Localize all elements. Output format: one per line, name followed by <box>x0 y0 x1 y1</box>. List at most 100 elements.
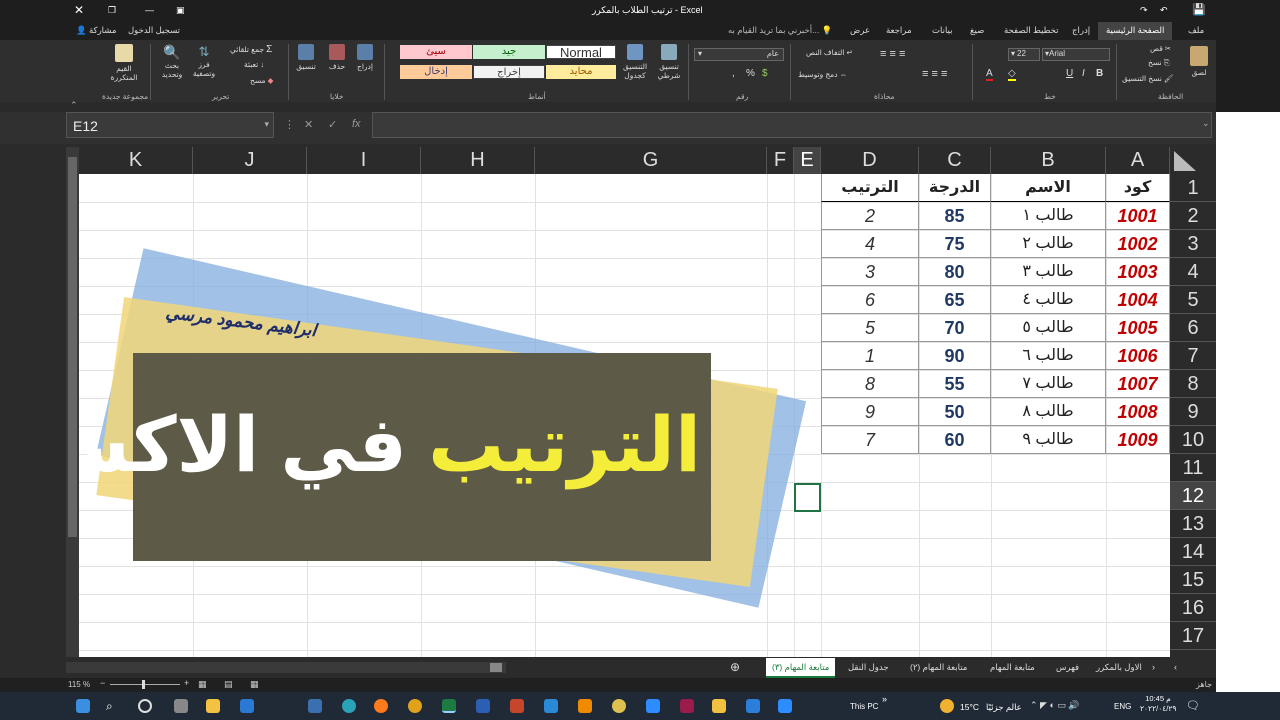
conditional-formatting-button[interactable]: تنسيق شرطي <box>654 44 684 80</box>
wrap-text-button[interactable]: التفاف النص ↵ <box>806 48 853 57</box>
formula-options-icon[interactable]: ⋮ <box>284 118 295 131</box>
cell-code[interactable]: 1007 <box>1106 370 1170 398</box>
cell-name[interactable]: طالب ٨ <box>991 398 1106 426</box>
tray-icons[interactable]: ⌃ ◤ ◐ ▭ 🔊 <box>1030 700 1080 711</box>
font-color-button[interactable]: A <box>986 68 993 81</box>
zoom-in-icon[interactable]: + <box>184 678 189 688</box>
format-as-table-button[interactable]: التنسيق كجدول <box>620 44 650 80</box>
sheet-tab-transport[interactable]: جدول النقل <box>848 662 889 673</box>
file-explorer-icon[interactable] <box>206 699 220 713</box>
media-icon[interactable] <box>544 699 558 713</box>
clear-button[interactable]: مسح ◆ <box>250 76 273 85</box>
tab-view[interactable]: عرض <box>850 25 870 36</box>
cell-name[interactable]: طالب ٥ <box>991 314 1106 342</box>
minimize-window-icon[interactable]: — <box>145 5 154 15</box>
row-header-5[interactable]: 5 <box>1170 286 1216 314</box>
cell-score[interactable]: 65 <box>919 286 991 314</box>
row-header-4[interactable]: 4 <box>1170 258 1216 286</box>
sheet-tab-tasks-3[interactable]: متابعة المهام (٣) <box>766 658 836 678</box>
cell-name[interactable]: طالب ٦ <box>991 342 1106 370</box>
font-size-dropdown[interactable]: 22 ▾ <box>1008 48 1040 61</box>
style-neutral[interactable]: محايد <box>546 65 616 79</box>
share-button[interactable]: 👤 مشاركة <box>76 25 116 36</box>
clock[interactable]: 10:45 م ٢٠٢٢/٠٤/٢٩ <box>1140 694 1176 714</box>
redo-icon[interactable]: ↷ <box>1140 5 1148 16</box>
bold-button[interactable]: B <box>1096 68 1103 79</box>
mail-icon[interactable] <box>240 699 254 713</box>
row-header-12[interactable]: 12 <box>1170 482 1216 510</box>
col-header-e[interactable]: E <box>794 147 821 174</box>
cell-name[interactable]: طالب ٤ <box>991 286 1106 314</box>
windows-start-icon[interactable] <box>76 699 90 713</box>
store-icon[interactable] <box>308 699 322 713</box>
row-header-14[interactable]: 14 <box>1170 538 1216 566</box>
app-icon-4[interactable] <box>746 699 760 713</box>
select-all-corner[interactable] <box>1170 147 1216 174</box>
save-icon[interactable]: 💾 <box>1192 3 1206 16</box>
cell-name[interactable]: طالب ٣ <box>991 258 1106 286</box>
row-header-8[interactable]: 8 <box>1170 370 1216 398</box>
close-window-icon[interactable]: ✕ <box>74 3 84 17</box>
expand-formula-icon[interactable]: ⌄ <box>1202 118 1210 129</box>
row-header-1[interactable]: 1 <box>1170 174 1216 202</box>
format-cells-button[interactable]: تنسيق <box>294 44 318 71</box>
app-icon-2[interactable] <box>612 699 626 713</box>
cell-code[interactable]: 1005 <box>1106 314 1170 342</box>
fill-color-button[interactable]: ◇ <box>1008 68 1016 81</box>
col-header-b[interactable]: B <box>991 147 1106 174</box>
tab-data[interactable]: بيانات <box>932 25 952 36</box>
page-break-view-icon[interactable]: ▦ <box>198 679 207 690</box>
show-more-icon[interactable]: » <box>882 694 887 704</box>
zoom-slider-thumb[interactable] <box>142 680 145 689</box>
tell-me-search[interactable]: أخبرني بما تريد القيام به... 💡 <box>728 25 832 36</box>
zoom-slider[interactable] <box>110 680 180 689</box>
collapse-ribbon-icon[interactable]: ⌃ <box>70 100 78 111</box>
tab-file[interactable]: ملف <box>1188 25 1204 36</box>
cancel-formula-icon[interactable]: ✕ <box>304 118 313 131</box>
duplicate-values-button[interactable]: القيم المتكررة <box>104 44 144 82</box>
cell-code[interactable]: 1009 <box>1106 426 1170 454</box>
cell-score[interactable]: 75 <box>919 230 991 258</box>
col-header-k[interactable]: K <box>79 147 193 174</box>
name-box[interactable]: E12 ▾ <box>66 112 274 138</box>
paste-button[interactable]: لصق <box>1188 46 1210 77</box>
tab-review[interactable]: مراجعة <box>886 25 912 36</box>
style-bad[interactable]: سيئ <box>400 45 472 59</box>
cell-score[interactable]: 80 <box>919 258 991 286</box>
style-normal[interactable]: Normal <box>546 45 616 59</box>
cell-score[interactable]: الدرجة <box>919 174 991 202</box>
firefox-icon[interactable] <box>374 699 388 713</box>
col-header-c[interactable]: C <box>919 147 991 174</box>
cell-score[interactable]: 70 <box>919 314 991 342</box>
find-select-button[interactable]: 🔍 بحث وتحديد <box>156 44 188 79</box>
row-header-13[interactable]: 13 <box>1170 510 1216 538</box>
cell-name[interactable]: الاسم <box>991 174 1106 202</box>
row-header-3[interactable]: 3 <box>1170 230 1216 258</box>
horizontal-scrollbar[interactable] <box>66 662 506 673</box>
undo-icon[interactable]: ↶ <box>1160 5 1168 16</box>
row-header-16[interactable]: 16 <box>1170 594 1216 622</box>
tab-home[interactable]: الصفحة الرئيسية <box>1098 22 1173 40</box>
col-header-j[interactable]: J <box>193 147 307 174</box>
cell-code[interactable]: 1006 <box>1106 342 1170 370</box>
sheet-tab-index[interactable]: فهرس <box>1056 662 1079 673</box>
col-header-i[interactable]: I <box>307 147 421 174</box>
indesign-icon[interactable] <box>680 699 694 713</box>
cell-name[interactable]: طالب ١ <box>991 202 1106 230</box>
row-header-15[interactable]: 15 <box>1170 566 1216 594</box>
sign-in-link[interactable]: تسجيل الدخول <box>128 25 180 36</box>
col-header-a[interactable]: A <box>1106 147 1170 174</box>
cut-button[interactable]: قص ✂ <box>1150 44 1171 53</box>
copy-button[interactable]: نسخ ⎘ <box>1148 58 1170 68</box>
cell-score[interactable]: 90 <box>919 342 991 370</box>
row-header-17[interactable]: 17 <box>1170 622 1216 650</box>
cell-code[interactable]: كود <box>1106 174 1170 202</box>
style-output[interactable]: إخراج <box>473 65 545 79</box>
number-format-dropdown[interactable]: ▾ عام <box>694 48 784 61</box>
ribbon-display-icon[interactable]: ▣ <box>176 5 185 16</box>
style-good[interactable]: جيد <box>473 45 545 59</box>
this-pc-label[interactable]: This PC <box>850 702 878 711</box>
confirm-formula-icon[interactable]: ✓ <box>328 118 337 131</box>
row-header-11[interactable]: 11 <box>1170 454 1216 482</box>
zoom-app-icon-2[interactable] <box>778 699 792 713</box>
